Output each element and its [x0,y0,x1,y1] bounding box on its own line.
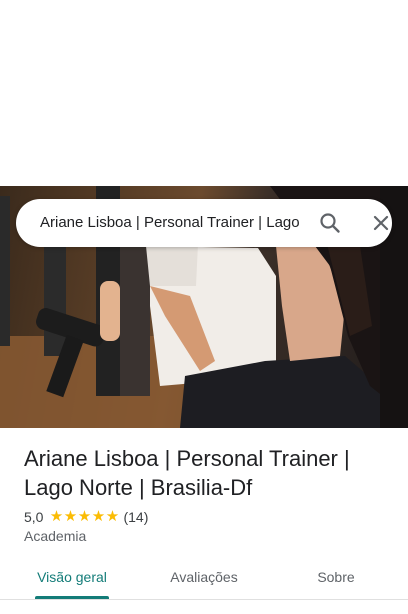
star-icon: ★ [91,508,106,525]
place-title: Ariane Lisboa | Personal Trainer | Lago … [24,446,350,500]
tab-overview[interactable]: Visão geral [24,558,120,598]
star-icon: ★ [49,508,64,525]
tab-about[interactable]: Sobre [296,558,376,598]
tab-reviews[interactable]: Avaliações [154,558,254,598]
blank-area [0,0,408,186]
tab-bar: Visão geral Avaliações Sobre [0,558,408,600]
star-icon: ★ [77,508,92,525]
rating-row[interactable]: 5,0 ★ ★ ★ ★ ★ (14) [24,507,148,527]
search-bar[interactable]: Ariane Lisboa | Personal Trainer | Lago … [16,199,392,247]
rating-value: 5,0 [24,509,44,525]
close-icon[interactable] [367,209,395,237]
star-rating: ★ ★ ★ ★ ★ [49,508,119,526]
search-icon[interactable] [316,209,344,237]
star-icon: ★ [105,508,120,525]
search-input[interactable]: Ariane Lisboa | Personal Trainer | Lago … [40,199,302,247]
review-count[interactable]: (14) [123,509,148,525]
place-category[interactable]: Academia [24,528,86,544]
star-icon: ★ [63,508,78,525]
tabs-divider [0,599,408,600]
